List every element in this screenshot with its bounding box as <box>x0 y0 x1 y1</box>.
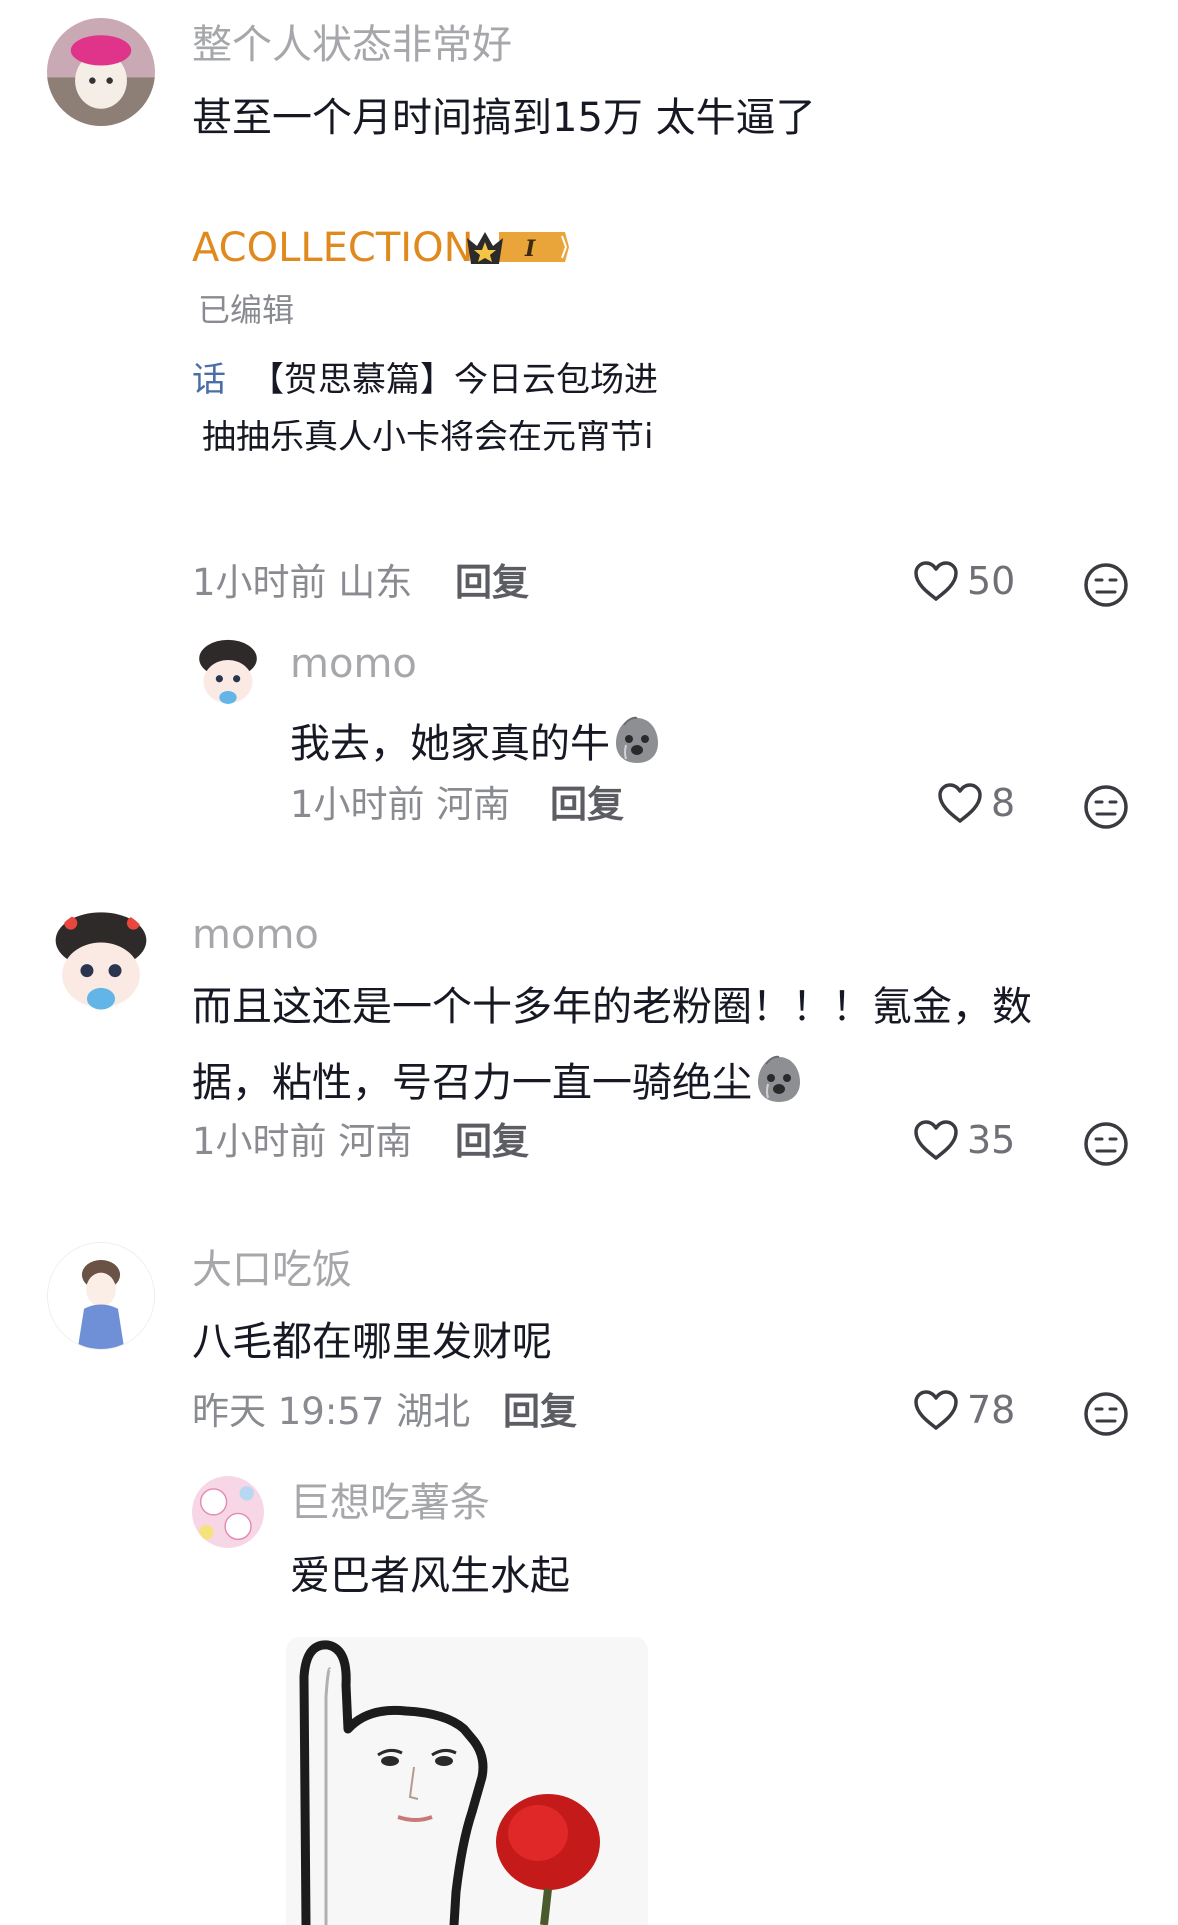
reply-username[interactable]: 巨想吃薯条 <box>290 1483 490 1523</box>
like-button[interactable]: 8 <box>937 782 1015 824</box>
like-count: 78 <box>967 1388 1016 1432</box>
comment-text-line-2-content: 据，粘性，号召力一直一骑绝尘 <box>192 1060 752 1106</box>
comment-username[interactable]: 大口吃饭 <box>192 1250 352 1290</box>
comment-time-location: 昨天 19:57 湖北 <box>192 1390 471 1433</box>
heart-icon <box>914 561 958 601</box>
comment-time-location: 1小时前 河南 <box>192 1120 413 1163</box>
comment-text-line-2: 据，粘性，号召力一直一骑绝尘 <box>192 1054 802 1104</box>
heart-icon <box>938 783 982 823</box>
crying-emoji-icon <box>758 1055 800 1102</box>
reply-text: 我去，她家真的牛 <box>290 715 660 765</box>
reply-text: 爱巴者风生水起 <box>290 1553 570 1599</box>
dislike-face-icon[interactable] <box>1083 1391 1129 1437</box>
avatar[interactable] <box>47 908 155 1016</box>
like-count: 8 <box>991 781 1016 825</box>
reply-text-content: 我去，她家真的牛 <box>290 721 610 767</box>
dislike-face-icon[interactable] <box>1083 562 1129 608</box>
reply-button[interactable]: 回复 <box>455 1123 529 1160</box>
avatar[interactable] <box>47 18 155 126</box>
avatar[interactable] <box>192 1476 264 1548</box>
avatar[interactable] <box>192 637 264 709</box>
dislike-face-icon[interactable] <box>1083 1121 1129 1167</box>
comment-time-location: 1小时前 山东 <box>192 561 413 604</box>
comment-text: 甚至一个月时间搞到15万 太牛逼了 <box>192 95 816 141</box>
like-button[interactable]: 78 <box>913 1389 1015 1431</box>
card-line-1: 【贺思慕篇】今日云包场进 <box>250 360 658 400</box>
reply-username[interactable]: momo <box>290 644 417 684</box>
like-button[interactable]: 35 <box>913 1119 1015 1161</box>
like-count: 35 <box>967 1118 1016 1162</box>
brand-name: ACOLLECTION <box>192 225 474 271</box>
reply-image[interactable] <box>286 1637 648 1925</box>
badge-level: I <box>524 236 536 262</box>
heart-icon <box>914 1390 958 1430</box>
heart-icon <box>914 1120 958 1160</box>
crying-emoji-icon <box>616 716 658 763</box>
reply-time-location: 1小时前 河南 <box>290 783 511 826</box>
comment-text: 八毛都在哪里发财呢 <box>192 1319 552 1365</box>
avatar[interactable] <box>47 1242 155 1350</box>
reply-button[interactable]: 回复 <box>503 1393 577 1430</box>
comment-text-line-1: 而且这还是一个十多年的老粉圈！！！氪金，数 <box>192 984 1032 1030</box>
like-button[interactable]: 50 <box>913 560 1015 602</box>
card-topic-prefix: 话 <box>192 360 226 400</box>
edited-label: 已编辑 <box>198 291 295 329</box>
card-line-2: 抽抽乐真人小卡将会在元宵节i <box>202 420 654 454</box>
reply-button[interactable]: 回复 <box>455 564 529 601</box>
reply-button[interactable]: 回复 <box>550 786 624 823</box>
comment-username[interactable]: momo <box>192 915 319 955</box>
dislike-face-icon[interactable] <box>1083 784 1129 830</box>
comment-username[interactable]: 整个人状态非常好 <box>192 25 512 65</box>
crown-icon: I <box>465 226 569 272</box>
like-count: 50 <box>967 559 1016 603</box>
